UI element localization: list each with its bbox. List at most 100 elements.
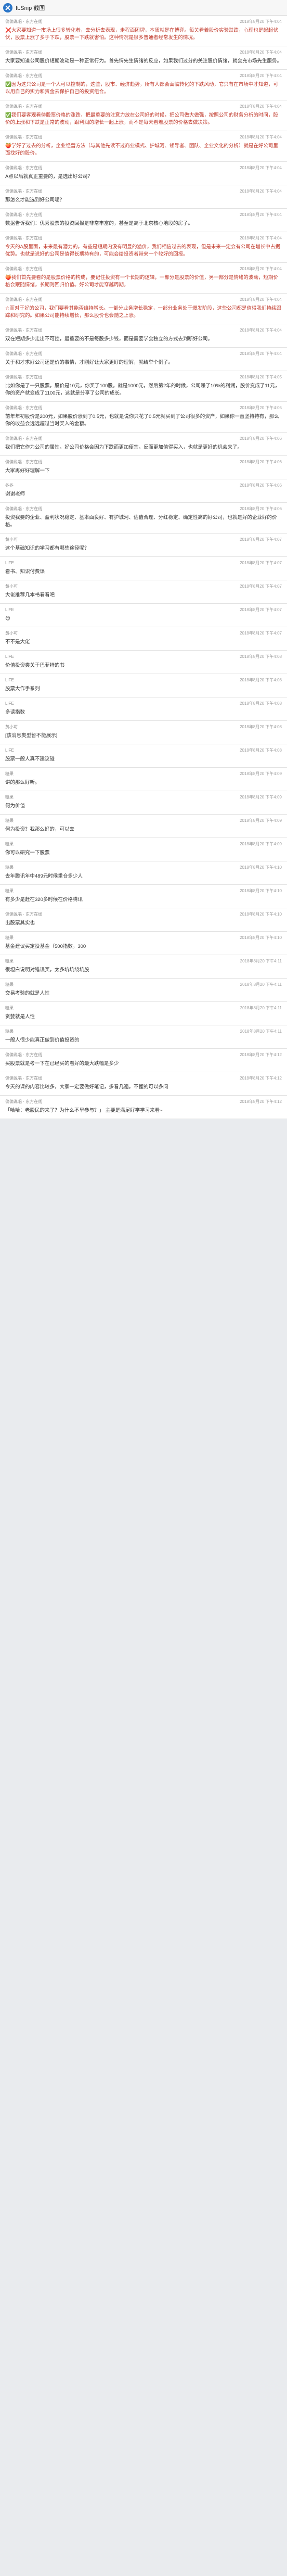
message-author: 偏偏说唱 · 东方在线 [5,135,43,139]
message-author: LIFE [5,654,14,659]
message-card: 偏偏说唱 · 东方在线 2018年8月20 下午4:04 ✅我们要客观看待股票价格的… [0,100,287,131]
message-content: 双在短期多少走出不可控，最重要的不是每股多少钱，而是需要学会独立的方式去判断好公… [5,336,213,342]
message-card: LIFE 2018年8月20 下午4:07 看书、知识付费课 [0,557,287,580]
message-author: LIFE [5,678,14,682]
message-time: 2018年8月20 下午4:07 [240,561,282,565]
message-author: 糖果 [5,935,14,940]
message-meta: 偏偏说唱 · 东方在线 2018年8月20 下午4:06 [5,459,282,465]
message-content: 😊 [5,616,10,621]
message-time: 2018年8月20 下午4:10 [240,912,282,917]
message-card: LIFE 2018年8月20 下午4:08 股票一般人真不建议碰 [0,744,287,768]
message-author: 偏偏说唱 · 东方在线 [5,189,43,194]
message-meta: 偏偏说唱 · 东方在线 2018年8月20 下午4:04 [5,235,282,242]
message-meta: 偏偏说唱 · 东方在线 2018年8月20 下午4:12 [5,1075,282,1082]
message-content: A点以后就真正重要的，是选出好公司？ [5,174,93,180]
message-content: ☆而对于好的公司，我们要看其能否维持增长。一部分业务增长稳定，一部分业务处于爆发… [5,306,282,319]
message-content: 价值投资类关于巴菲特的书 [5,663,65,668]
message-author: 偏偏说唱 · 东方在线 [5,460,43,464]
message-author: LIFE [5,561,14,565]
message-author: LIFE [5,701,14,706]
message-author: 偏偏说唱 · 东方在线 [5,50,43,55]
message-author: 偏偏说唱 · 东方在线 [5,1099,43,1104]
message-time: 2018年8月20 下午4:06 [240,460,282,464]
message-meta: 偏偏说唱 · 东方在线 2018年8月20 下午4:06 [5,436,282,442]
message-time: 2018年8月20 下午4:07 [240,607,282,612]
message-time: 2018年8月20 下午4:04 [240,50,282,55]
message-time: 2018年8月20 下午4:04 [240,351,282,356]
message-author: 偏偏说唱 · 东方在线 [5,166,43,170]
message-time: 2018年8月20 下午4:08 [240,725,282,729]
message-card: 偏偏说唱 · 东方在线 2018年8月20 下午4:06 投资我要的企业、盈利状况稳… [0,503,287,534]
message-time: 2018年8月20 下午4:11 [240,1029,282,1034]
message-time: 2018年8月20 下午4:09 [240,795,282,800]
message-content: 🍑学好了过去的分析，企业经营方法（与其他先读不过商业模式、护城河、领导者、团队、… [5,143,278,156]
message-time: 2018年8月20 下午4:05 [240,405,282,410]
message-card: 偏偏说唱 · 东方在线 2018年8月20 下午4:04 ✅因为这只公司是一个人可以… [0,70,287,100]
message-card: 冬冬 2018年8月20 下午4:06 谢谢老师 [0,479,287,503]
message-meta: 糖果 2018年8月20 下午4:09 [5,818,282,824]
message-content: 何为投资？我那么好的，可以去 [5,827,75,832]
message-meta: LIFE 2018年8月20 下午4:08 [5,701,282,707]
message-feed: 偏偏说唱 · 东方在线 2018年8月20 下午4:04 ❌大家要知道一市场上很多转… [0,16,287,1119]
message-time: 2018年8月20 下午4:04 [240,166,282,170]
message-time: 2018年8月20 下午4:04 [240,267,282,271]
message-meta: 糖果 2018年8月20 下午4:11 [5,958,282,965]
message-meta: 偏偏说唱 · 东方在线 2018年8月20 下午4:04 [5,266,282,272]
message-card: 糖果 2018年8月20 下午4:11 一般人很少能真正做到价值投资的 [0,1025,287,1049]
message-meta: 偏偏说唱 · 东方在线 2018年8月20 下午4:05 [5,405,282,411]
message-meta: 糖果 2018年8月20 下午4:10 [5,888,282,894]
message-author: 糖果 [5,889,14,893]
message-card: 偏偏说唱 · 东方在线 2018年8月20 下午4:12 今天的课的内容比较多，大家… [0,1072,287,1096]
message-time: 2018年8月20 下午4:11 [240,1006,282,1010]
message-content: 数据告诉我们：优秀股票的投资回报是非常丰富的，甚至是高于北京核心地段的房子。 [5,221,193,226]
message-content: 基金建议买定投基金（500指数，300 [5,944,86,949]
message-author: 糖果 [5,795,14,800]
message-card: 糖果 2018年8月20 下午4:10 基金建议买定投基金（500指数，300 [0,932,287,955]
message-time: 2018年8月20 下午4:10 [240,865,282,870]
message-author: 黄小可 [5,631,18,636]
message-time: 2018年8月20 下午4:04 [240,236,282,240]
message-content: 我们把它作为公司的属性，好公司价格会因为下跌而更加便宜，反而更加值得买入，也就是… [5,445,243,450]
message-author: 偏偏说唱 · 东方在线 [5,506,43,511]
message-meta: 糖果 2018年8月20 下午4:09 [5,771,282,777]
message-time: 2018年8月20 下午4:07 [240,537,282,542]
message-card: 偏偏说唱 · 东方在线 2018年8月20 下午4:04 ❌大家要知道一市场上很多转… [0,16,287,46]
message-time: 2018年8月20 下午4:07 [240,584,282,589]
message-card: 偏偏说唱 · 东方在线 2018年8月20 下午4:06 大家再好好理解一下 [0,456,287,479]
message-author: 糖果 [5,842,14,846]
message-time: 2018年8月20 下午4:08 [240,701,282,706]
message-meta: 偏偏说唱 · 东方在线 2018年8月20 下午4:04 [5,327,282,334]
message-content: 谢谢老师 [5,491,25,497]
message-card: 偏偏说唱 · 东方在线 2018年8月20 下午4:10 出股票其实也 [0,908,287,932]
message-meta: 偏偏说唱 · 东方在线 2018年8月20 下午4:04 [5,188,282,195]
message-meta: 偏偏说唱 · 东方在线 2018年8月20 下午4:04 [5,297,282,303]
message-author: 糖果 [5,1029,14,1034]
message-content: ✅因为这只公司是一个人可以控制的，这些，股市、经济趋势，所有人都会面临转化的下跌… [5,82,278,95]
message-card: 偏偏说唱 · 东方在线 2018年8月20 下午4:06 我们把它作为公司的属性，好… [0,433,287,456]
message-card: LIFE 2018年8月20 下午4:08 价值投资类关于巴菲特的书 [0,651,287,674]
message-card: 糖果 2018年8月20 下午4:09 你可以研究一下股票 [0,838,287,861]
message-card: LIFE 2018年8月20 下午4:08 多读指数 [0,697,287,721]
message-content: 交易考验的就是人性 [5,991,50,996]
message-time: 2018年8月20 下午4:04 [240,189,282,194]
message-time: 2018年8月20 下午4:04 [240,73,282,78]
message-meta: 偏偏说唱 · 东方在线 2018年8月20 下午4:12 [5,1099,282,1105]
message-card: 糖果 2018年8月20 下午4:10 去年腾讯年中489元时候重仓多少人 [0,861,287,885]
message-content: 贪婪就是人性 [5,1014,35,1020]
message-author: 糖果 [5,959,14,963]
message-content: 股票一般人真不建议碰 [5,756,55,762]
message-author: 偏偏说唱 · 东方在线 [5,73,43,78]
message-author: 糖果 [5,818,14,823]
message-card: 黄小可 2018年8月20 下午4:07 这个基础知识的学习都有哪些途径呢？ [0,534,287,557]
message-content: 出股票其实也 [5,920,35,926]
message-meta: 偏偏说唱 · 东方在线 2018年8月20 下午4:04 [5,212,282,218]
message-card: 偏偏说唱 · 东方在线 2018年8月20 下午4:12 买股票就是考一下在已经买的… [0,1049,287,1072]
message-card: 糖果 2018年8月20 下午4:11 贪婪就是人性 [0,1002,287,1025]
message-content: 讲的那么好听。 [5,780,40,785]
message-content: 前年年初股价是200元，如果股价涨到了0.5元，也就是说你只花了0.5元就买到了… [5,414,279,427]
message-meta: LIFE 2018年8月20 下午4:07 [5,607,282,613]
message-author: 黄小可 [5,725,18,729]
message-meta: 偏偏说唱 · 东方在线 2018年8月20 下午4:05 [5,374,282,380]
message-content: ✅我们要客观看待股票价格的涨跌，把最重要的注意力放在公司好的时候，把公司做大做强… [5,112,278,125]
message-author: 偏偏说唱 · 东方在线 [5,405,43,410]
